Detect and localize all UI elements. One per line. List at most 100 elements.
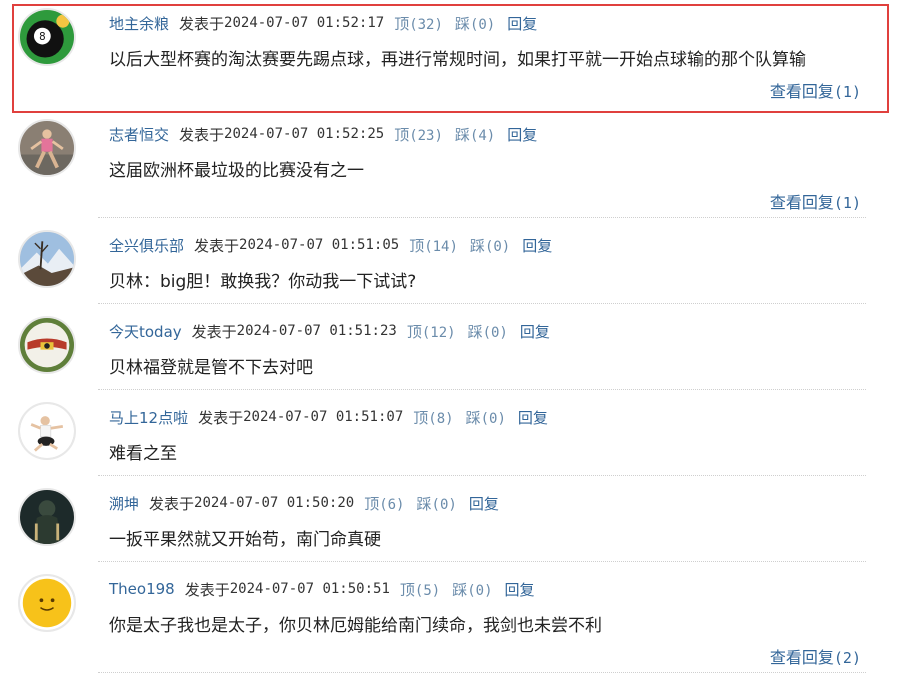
- posted-label: 发表于: [179, 125, 225, 144]
- divider: [98, 217, 866, 218]
- comment-text: 难看之至: [109, 444, 177, 464]
- reply-button[interactable]: 回复: [518, 407, 548, 428]
- reply-button[interactable]: 回复: [469, 493, 499, 514]
- comment-meta: 地主余粮 发表于 2024-07-07 01:52:17 顶(32) 踩(0) …: [109, 12, 549, 34]
- upvote-button[interactable]: 顶(12): [407, 321, 456, 342]
- downvote-label: 踩: [454, 125, 470, 144]
- view-replies-count: (1): [833, 83, 861, 101]
- view-replies-link[interactable]: 查看回复(2): [770, 644, 861, 668]
- downvote-label: 踩: [465, 408, 481, 427]
- posted-label: 发表于: [179, 14, 225, 33]
- comment-text: 贝林福登就是管不下去对吧: [109, 358, 313, 378]
- divider: [98, 561, 866, 562]
- timestamp: 2024-07-07 01:50:20: [194, 495, 355, 511]
- posted-label: 发表于: [198, 408, 244, 427]
- downvote-button[interactable]: 踩(0): [455, 13, 495, 34]
- upvote-count: (23): [409, 127, 443, 144]
- comment-meta: 全兴俱乐部 发表于 2024-07-07 01:51:05 顶(14) 踩(0)…: [109, 234, 564, 256]
- upvote-label: 顶: [364, 494, 380, 513]
- downvote-button[interactable]: 踩(4): [455, 124, 495, 145]
- username-link[interactable]: 全兴俱乐部: [109, 235, 184, 256]
- comment-meta: 今天today 发表于 2024-07-07 01:51:23 顶(12) 踩(…: [109, 320, 562, 342]
- mountain-photo-icon[interactable]: [18, 230, 76, 288]
- upvote-button[interactable]: 顶(8): [413, 407, 453, 428]
- timestamp: 2024-07-07 01:50:51: [229, 581, 390, 597]
- upvote-button[interactable]: 顶(32): [394, 13, 443, 34]
- view-replies-label: 查看回复: [769, 648, 834, 667]
- comment-meta: 溯坤 发表于 2024-07-07 01:50:20 顶(6) 踩(0) 回复: [109, 492, 511, 514]
- comment-text: 一扳平果然就又开始苟，南门命真硬: [109, 530, 381, 550]
- upvote-label: 顶: [394, 125, 410, 144]
- smiley-face-icon[interactable]: [18, 574, 76, 632]
- downvote-button[interactable]: 踩(0): [417, 493, 457, 514]
- dark-figure-photo-icon[interactable]: [18, 488, 76, 546]
- upvote-count: (32): [409, 16, 443, 33]
- reply-button[interactable]: 回复: [505, 579, 535, 600]
- dancer-photo-icon[interactable]: [18, 402, 76, 460]
- upvote-button[interactable]: 顶(6): [364, 493, 404, 514]
- downvote-count: (0): [467, 582, 493, 599]
- downvote-button[interactable]: 踩(0): [468, 321, 508, 342]
- downvote-count: (0): [484, 238, 511, 255]
- downvote-button[interactable]: 踩(0): [470, 235, 510, 256]
- billiard-ball-icon[interactable]: 8: [18, 8, 76, 66]
- upvote-count: (6): [379, 496, 405, 513]
- downvote-count: (0): [431, 496, 457, 513]
- comment-text: 以后大型杯赛的淘汰赛要先踢点球，再进行常规时间，如果打平就一开始点球输的那个队算…: [109, 50, 806, 70]
- timestamp: 2024-07-07 01:51:05: [239, 237, 400, 253]
- username-link[interactable]: 马上12点啦: [109, 407, 188, 428]
- posted-label: 发表于: [194, 236, 240, 255]
- divider: [98, 389, 866, 390]
- downvote-count: (4): [469, 127, 496, 144]
- downvote-label: 踩: [469, 236, 485, 255]
- upvote-button[interactable]: 顶(5): [400, 579, 440, 600]
- reply-button[interactable]: 回复: [522, 235, 552, 256]
- reply-button[interactable]: 回复: [520, 321, 550, 342]
- upvote-button[interactable]: 顶(23): [394, 124, 443, 145]
- downvote-label: 踩: [416, 494, 432, 513]
- divider: [98, 672, 866, 673]
- username-link[interactable]: 溯坤: [109, 493, 139, 514]
- view-replies-label: 查看回复: [769, 82, 834, 101]
- downvote-count: (0): [469, 16, 496, 33]
- view-replies-link[interactable]: 查看回复(1): [770, 78, 861, 102]
- comment-meta: Theo198 发表于 2024-07-07 01:50:51 顶(5) 踩(0…: [109, 578, 547, 600]
- comment-meta: 马上12点啦 发表于 2024-07-07 01:51:07 顶(8) 踩(0)…: [109, 406, 560, 428]
- upvote-count: (5): [414, 582, 441, 599]
- downvote-label: 踩: [467, 322, 483, 341]
- upvote-label: 顶: [413, 408, 429, 427]
- upvote-label: 顶: [399, 580, 415, 599]
- timestamp: 2024-07-07 01:51:23: [236, 323, 397, 339]
- downvote-button[interactable]: 踩(0): [452, 579, 492, 600]
- upvote-count: (12): [421, 324, 456, 341]
- posted-label: 发表于: [191, 322, 237, 341]
- upvote-label: 顶: [394, 14, 410, 33]
- timestamp: 2024-07-07 01:52:17: [224, 15, 385, 31]
- soccer-ball-icon[interactable]: [18, 316, 76, 374]
- reply-button[interactable]: 回复: [507, 13, 537, 34]
- comment-text: 你是太子我也是太子，你贝林厄姆能给南门续命，我剑也未尝不利: [109, 616, 602, 636]
- username-link[interactable]: 今天today: [109, 321, 182, 342]
- downvote-label: 踩: [454, 14, 470, 33]
- divider: [98, 475, 866, 476]
- username-link[interactable]: 地主余粮: [109, 13, 169, 34]
- username-link[interactable]: 志者恒交: [109, 124, 169, 145]
- view-replies-link[interactable]: 查看回复(1): [770, 189, 861, 213]
- comment-text: 这届欧洲杯最垃圾的比赛没有之一: [109, 161, 364, 181]
- upvote-label: 顶: [406, 322, 422, 341]
- reply-button[interactable]: 回复: [507, 124, 537, 145]
- posted-label: 发表于: [184, 580, 230, 599]
- downvote-count: (0): [480, 410, 506, 427]
- upvote-count: (8): [428, 410, 454, 427]
- username-link[interactable]: Theo198: [109, 580, 175, 598]
- downvote-button[interactable]: 踩(0): [466, 407, 506, 428]
- posted-label: 发表于: [149, 494, 195, 513]
- view-replies-count: (1): [833, 194, 861, 212]
- view-replies-count: (2): [833, 649, 861, 667]
- upvote-label: 顶: [409, 236, 425, 255]
- person-photo-icon[interactable]: [18, 119, 76, 177]
- comment-list: 8 地主余粮 发表于 2024-07-07 01:52:17 顶(32) 踩(0…: [0, 0, 921, 679]
- upvote-button[interactable]: 顶(14): [409, 235, 458, 256]
- timestamp: 2024-07-07 01:52:25: [224, 126, 385, 142]
- upvote-count: (14): [424, 238, 458, 255]
